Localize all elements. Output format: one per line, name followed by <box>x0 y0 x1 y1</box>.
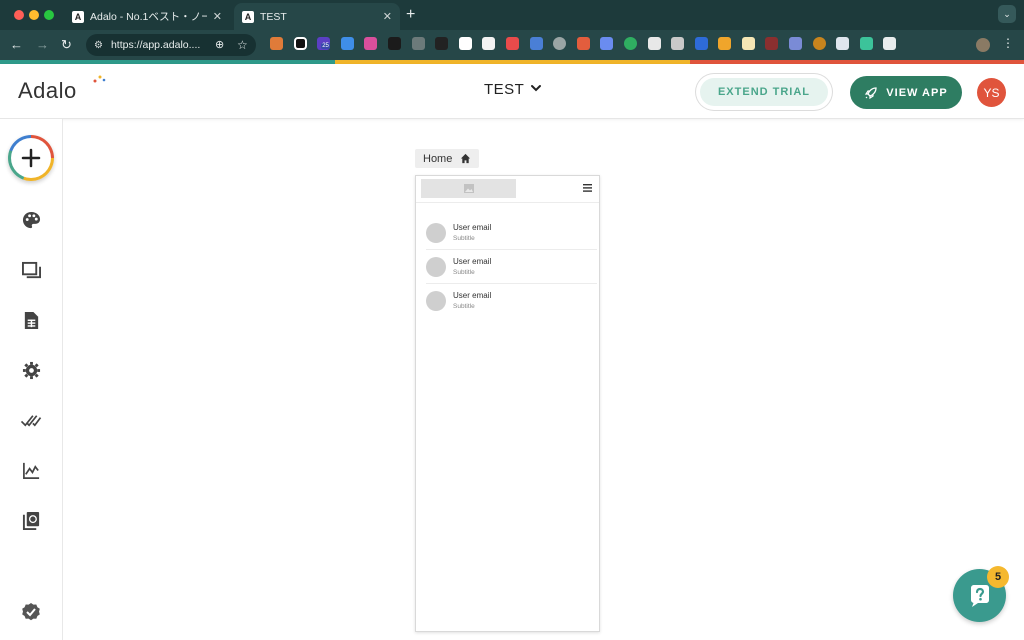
extension-icon[interactable] <box>789 37 803 50</box>
extension-icon[interactable] <box>458 37 472 50</box>
adalo-favicon-icon: A <box>72 10 84 23</box>
zoom-icon[interactable]: ⊕ <box>215 36 224 54</box>
extension-icon[interactable] <box>671 37 685 50</box>
url-text: https://app.adalo.... <box>110 39 201 51</box>
extension-icon[interactable] <box>529 37 543 50</box>
extensions-row: 25 <box>270 37 897 53</box>
extension-icon[interactable] <box>435 37 449 50</box>
home-icon <box>461 153 471 164</box>
chevron-down-icon[interactable] <box>529 81 543 95</box>
extension-icon[interactable] <box>647 37 661 50</box>
avatar <box>426 291 446 311</box>
list-item-title: User email <box>453 257 492 266</box>
extension-icon[interactable] <box>293 37 307 50</box>
left-sidebar <box>0 119 63 640</box>
settings-icon[interactable] <box>20 359 42 381</box>
reload-icon[interactable]: ↻ <box>61 36 72 54</box>
palette-icon[interactable] <box>20 209 42 231</box>
add-component-button[interactable] <box>8 135 54 181</box>
list-item-subtitle: Subtitle <box>453 235 475 242</box>
extension-icon[interactable]: 25 <box>317 37 331 50</box>
extension-icon[interactable] <box>482 37 496 50</box>
extension-icon[interactable] <box>623 37 637 50</box>
extension-icon[interactable] <box>694 37 708 50</box>
list-item[interactable]: User email Subtitle <box>416 284 599 318</box>
forward-arrow-icon[interactable]: → <box>36 36 49 54</box>
rocket-icon <box>865 86 877 99</box>
list-item-title: User email <box>453 291 492 300</box>
adalo-favicon-icon: A <box>242 10 254 23</box>
tab-close-icon[interactable]: ✕ <box>383 10 392 23</box>
extension-icon[interactable] <box>505 37 519 50</box>
avatar <box>426 223 446 243</box>
user-avatar[interactable]: YS <box>977 78 1006 107</box>
app-name-title[interactable]: TEST <box>484 81 524 98</box>
puzzle-extensions-icon[interactable] <box>883 37 897 50</box>
tab-search-chevron-icon[interactable]: ⌄ <box>998 5 1016 23</box>
analytics-icon[interactable] <box>20 459 42 481</box>
extension-icon[interactable] <box>741 37 755 50</box>
extension-icon[interactable] <box>576 37 590 50</box>
logo-placeholder[interactable] <box>421 179 516 198</box>
list-item[interactable]: User email Subtitle <box>416 216 599 250</box>
adalo-logo[interactable]: Adalo <box>18 78 77 104</box>
tab-title: TEST <box>260 10 287 23</box>
site-settings-icon[interactable]: ⚙ <box>94 40 103 51</box>
minimize-window-button[interactable] <box>29 10 39 20</box>
list-item-subtitle: Subtitle <box>453 303 475 310</box>
browser-tab-adalo-home[interactable]: A Adalo - No.1ベスト・ノーコード ✕ <box>64 3 230 30</box>
publish-icon[interactable] <box>20 409 42 431</box>
bookmark-star-icon[interactable]: ☆ <box>237 36 248 54</box>
address-bar[interactable]: ⚙ https://app.adalo.... <box>86 34 256 56</box>
checklist-icon[interactable] <box>20 601 42 623</box>
screens-icon[interactable] <box>20 259 42 281</box>
add-icon <box>11 138 51 178</box>
extension-icon[interactable] <box>340 37 354 50</box>
extension-icon[interactable] <box>387 37 401 50</box>
extension-icon[interactable] <box>859 37 873 50</box>
view-app-button[interactable]: VIEW APP <box>850 76 962 109</box>
avatar <box>426 257 446 277</box>
extend-trial-button[interactable]: EXTEND TRIAL <box>700 78 828 106</box>
view-app-label: VIEW APP <box>886 86 948 99</box>
notification-badge: 5 <box>987 566 1009 588</box>
logo-sparkle-icon <box>93 75 106 83</box>
extension-icon[interactable] <box>836 37 850 50</box>
extension-icon[interactable] <box>270 37 283 50</box>
extension-icon[interactable] <box>765 37 779 50</box>
list-item[interactable]: User email Subtitle <box>416 250 599 284</box>
app-library-icon[interactable] <box>20 509 42 531</box>
extension-icon[interactable] <box>600 37 614 50</box>
browser-menu-icon[interactable]: ⋮ <box>1002 36 1014 50</box>
extension-badge: 25 <box>321 43 330 49</box>
app-bar[interactable] <box>416 176 599 203</box>
back-arrow-icon[interactable]: ← <box>10 36 23 54</box>
help-question-icon <box>970 584 989 607</box>
extension-icon[interactable] <box>411 37 425 50</box>
image-placeholder-icon <box>463 184 474 193</box>
list-item-subtitle: Subtitle <box>453 269 475 276</box>
extension-icon[interactable] <box>812 37 826 50</box>
app-header: Adalo TEST EXTEND TRIAL VIEW APP YS <box>0 64 1024 119</box>
tab-title: Adalo - No.1ベスト・ノーコード <box>90 11 207 23</box>
extension-icon[interactable] <box>718 37 732 50</box>
screen-name: Home <box>423 152 453 165</box>
screen-label-home[interactable]: Home <box>415 149 480 168</box>
maximize-window-button[interactable] <box>44 10 54 20</box>
new-tab-button[interactable]: + <box>406 6 415 24</box>
database-icon[interactable] <box>20 309 42 331</box>
extension-icon[interactable] <box>364 37 378 50</box>
close-window-button[interactable] <box>14 10 24 20</box>
browser-tab-test[interactable]: A TEST ✕ <box>234 3 400 30</box>
list-item-title: User email <box>453 223 492 232</box>
browser-tab-bar: A Adalo - No.1ベスト・ノーコード ✕ A TEST ✕ + ⌄ <box>0 0 1024 30</box>
screen-preview-home[interactable]: User email Subtitle User email Subtitle … <box>415 175 600 632</box>
extension-icon[interactable] <box>553 37 567 50</box>
tab-close-icon[interactable]: ✕ <box>213 10 222 23</box>
hamburger-menu-icon[interactable] <box>583 184 592 192</box>
browser-profile-avatar[interactable] <box>976 38 990 52</box>
